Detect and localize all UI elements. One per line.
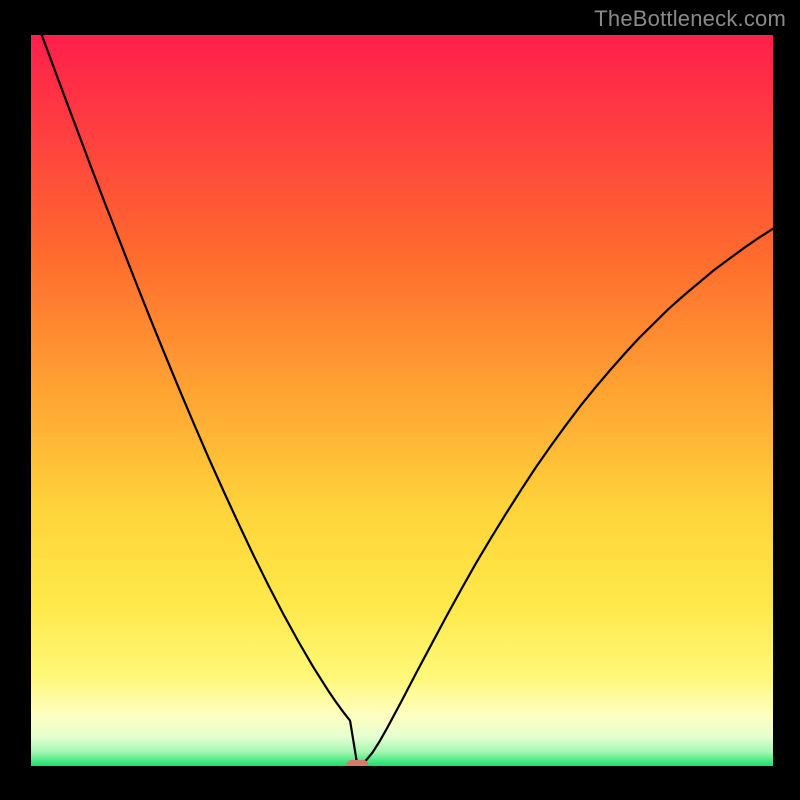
chart-svg (0, 0, 800, 800)
chart-container: TheBottleneck.com (0, 0, 800, 800)
watermark-text: TheBottleneck.com (594, 6, 786, 32)
plot-area (31, 35, 773, 766)
